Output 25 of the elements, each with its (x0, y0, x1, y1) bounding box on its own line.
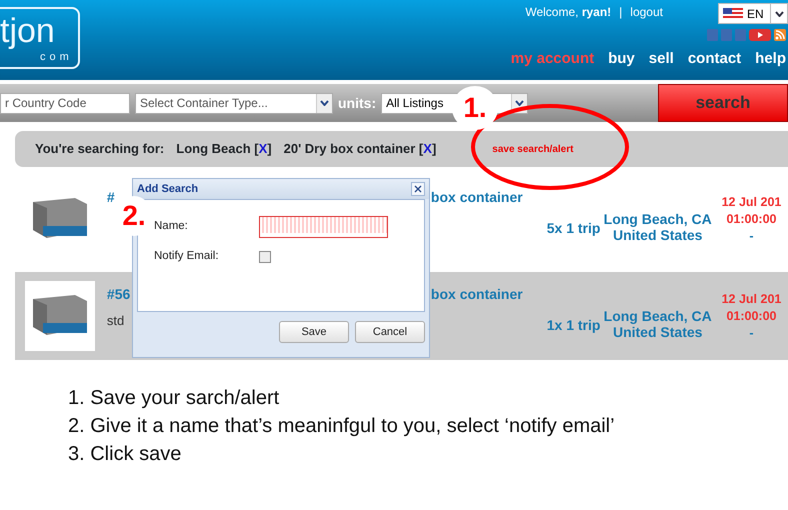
welcome-text: Welcome, ryan! (525, 4, 612, 21)
time-text: 01:00:00 (726, 210, 776, 228)
search-label: You're searching for: (35, 140, 164, 158)
dialog-title: Add Search (137, 182, 198, 197)
quantity-text: 5x 1 trip (546, 218, 600, 238)
instruction-text: 1. Save your sarch/alert (68, 386, 280, 411)
dash-text: - (749, 324, 754, 342)
units-label: units: (338, 94, 376, 112)
dash-text: - (749, 228, 754, 244)
location-city: Long Beach, CA (604, 308, 712, 324)
search-filter: 20' Dry box container [X] (284, 140, 436, 158)
separator: | (619, 4, 622, 21)
listing-description: std (106, 312, 126, 330)
field-label: Name: (154, 219, 189, 234)
location-country: United States (612, 324, 702, 340)
instruction-text: 3. Click save (68, 442, 182, 467)
location-country: United States (612, 227, 702, 243)
instruction-text: 2. Give it a name that’s meaninfgul to you, select ‘notify email’ (68, 414, 616, 439)
date-text: 12 Jul 201 (722, 290, 782, 308)
date-text: 12 Jul 201 (722, 194, 782, 210)
field-label: Notify Email: (154, 249, 220, 264)
location-city: Long Beach, CA (604, 211, 712, 227)
time-text: 01:00:00 (726, 308, 776, 324)
quantity-text: 1x 1 trip (546, 316, 600, 335)
search-filter: Long Beach [X] (176, 140, 272, 158)
